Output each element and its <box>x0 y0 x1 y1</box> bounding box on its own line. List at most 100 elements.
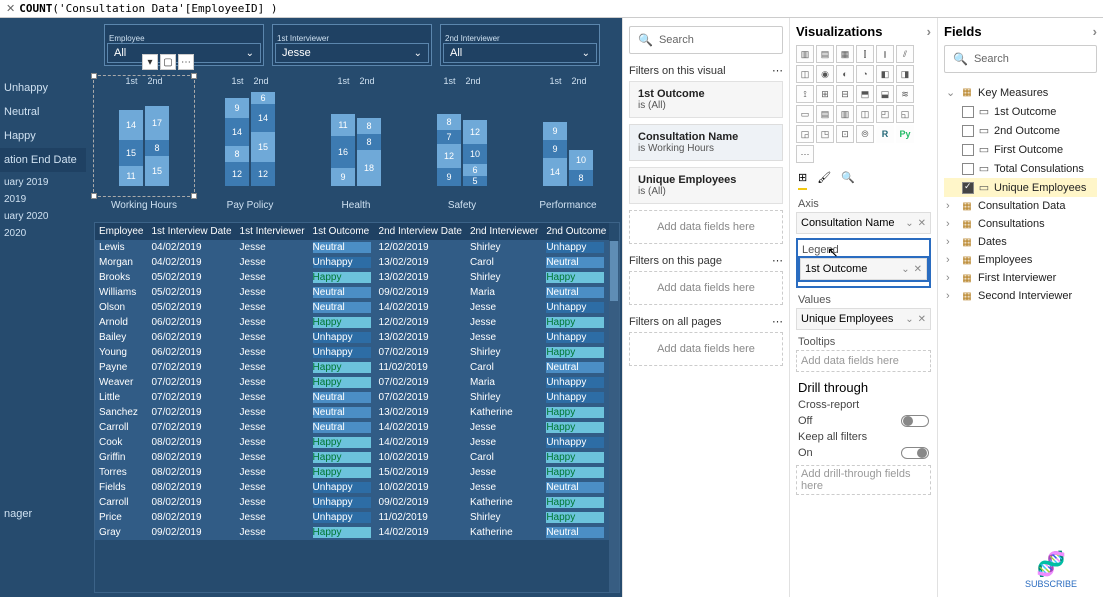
viz-type-icon[interactable]: Py <box>896 125 914 143</box>
viz-type-icon[interactable]: ⬒ <box>856 85 874 103</box>
col-header[interactable]: 1st Outcome <box>309 223 375 240</box>
viz-type-icon[interactable]: ▤ <box>816 105 834 123</box>
nav-manager[interactable]: nager <box>0 502 86 526</box>
viz-type-icon[interactable]: ◲ <box>796 125 814 143</box>
chevron-down-icon[interactable]: ⌄ <box>905 218 913 229</box>
field-node[interactable]: ▭ Total Consulations <box>944 159 1097 178</box>
viz-type-icon[interactable]: ▤ <box>816 45 834 63</box>
chevron-down-icon[interactable]: ⌄ <box>905 314 913 325</box>
viz-type-icon[interactable]: ▭ <box>796 105 814 123</box>
field-checkbox[interactable] <box>962 144 974 156</box>
chevron-down-icon[interactable]: ⌄ <box>901 264 909 275</box>
more-icon[interactable]: ⋯ <box>178 54 194 70</box>
bar-stack[interactable]: 87129 <box>437 86 461 186</box>
table-row[interactable]: Cook08/02/2019Jesse Happy 14/02/2019Jess… <box>95 435 609 450</box>
viz-type-icon[interactable]: ▥ <box>836 105 854 123</box>
viz-type-icon[interactable]: ⫿ <box>856 45 874 63</box>
drill-fields-well[interactable]: Add drill-through fields here <box>796 465 931 495</box>
more-icon[interactable]: ⋯ <box>772 254 783 267</box>
table-row[interactable]: Brooks05/02/2019Jesse Happy 13/02/2019Sh… <box>95 270 609 285</box>
table-row[interactable]: Torres08/02/2019Jesse Happy 15/02/2019Je… <box>95 465 609 480</box>
bar-stack[interactable]: 17815 <box>145 86 169 186</box>
more-icon[interactable]: ⋯ <box>772 64 783 77</box>
values-well[interactable]: Unique Employees⌄✕ <box>796 308 931 330</box>
col-header[interactable]: 1st Interview Date <box>147 223 235 240</box>
data-table[interactable]: Employee1st Interview Date1st Interviewe… <box>94 222 620 593</box>
slicer[interactable]: 2nd Interviewer All⌄ <box>440 24 600 66</box>
filter-card[interactable]: Consultation Name is Working Hours <box>629 124 783 161</box>
axis-well[interactable]: Consultation Name⌄✕ <box>796 212 931 234</box>
nav-mood[interactable]: Unhappy <box>0 76 86 100</box>
viz-type-icon[interactable]: ⟟ <box>796 85 814 103</box>
bar-stack[interactable]: 121065 <box>463 86 487 186</box>
table-node[interactable]: › ▦ Consultation Data <box>944 197 1097 215</box>
chart[interactable]: 1st2nd 111698818 Health <box>306 76 406 211</box>
table-row[interactable]: Price08/02/2019Jesse Unhappy 11/02/2019S… <box>95 510 609 525</box>
slicer-dropdown[interactable]: All⌄ <box>443 43 597 63</box>
field-node[interactable]: ▭ 1st Outcome <box>944 102 1097 121</box>
viz-type-icon[interactable]: ⫾ <box>876 45 894 63</box>
subscribe-logo[interactable]: 🧬 SUBSCRIBE <box>1025 550 1077 589</box>
nav-mood[interactable]: Neutral <box>0 100 86 124</box>
field-checkbox[interactable] <box>962 163 974 175</box>
tooltips-well[interactable]: Add data fields here <box>796 350 931 372</box>
remove-icon[interactable]: ✕ <box>918 314 926 325</box>
report-canvas[interactable]: Employee All⌄ 1st Interviewer Jesse⌄ 2nd… <box>0 18 622 597</box>
viz-gallery[interactable]: ▥▤▦⫿⫾⫽◫◉◐◔◧◨⟟⊞⊟⬒⬓≋▭▤▥◫◰◱◲◳⊡⦾RPy⋯ <box>796 45 931 163</box>
viz-type-icon[interactable]: ▦ <box>836 45 854 63</box>
viz-type-icon[interactable]: R <box>876 125 894 143</box>
field-node[interactable]: ▭ 2nd Outcome <box>944 121 1097 140</box>
nav-date[interactable]: uary 2020 <box>0 208 86 225</box>
table-row[interactable]: Weaver07/02/2019Jesse Happy 07/02/2019Ma… <box>95 375 609 390</box>
date-header[interactable]: ation End Date <box>0 148 86 172</box>
viz-type-icon[interactable]: ◨ <box>896 65 914 83</box>
filter-icon[interactable]: ▾ <box>142 54 158 70</box>
add-all-filter[interactable]: Add data fields here <box>629 332 783 366</box>
viz-type-icon[interactable]: ⬓ <box>876 85 894 103</box>
viz-type-icon[interactable]: ⦾ <box>856 125 874 143</box>
field-checkbox[interactable] <box>962 182 974 194</box>
bar-stack[interactable]: 8818 <box>357 86 381 186</box>
viz-type-icon[interactable]: ⊡ <box>836 125 854 143</box>
table-row[interactable]: Gray09/02/2019Jesse Happy 14/02/2019Kath… <box>95 525 609 540</box>
viz-type-icon[interactable]: ⫽ <box>896 45 914 63</box>
viz-type-icon[interactable]: ▥ <box>796 45 814 63</box>
field-node[interactable]: ▭ Unique Employees <box>944 178 1097 197</box>
bar-stack[interactable]: 914812 <box>225 86 249 186</box>
bar-stack[interactable]: 6141512 <box>251 86 275 186</box>
remove-icon[interactable]: ✕ <box>914 264 922 275</box>
table-node[interactable]: › ▦ Dates <box>944 233 1097 251</box>
cross-report-toggle[interactable] <box>901 415 929 427</box>
viz-type-icon[interactable]: ◧ <box>876 65 894 83</box>
chart[interactable]: 1st2nd 9914108 Performance <box>518 76 618 211</box>
table-node[interactable]: › ▦ First Interviewer <box>944 269 1097 287</box>
remove-icon[interactable]: ✕ <box>918 218 926 229</box>
bar-stack[interactable]: 108 <box>569 86 593 186</box>
col-header[interactable]: 1st Interviewer <box>236 223 309 240</box>
slicer-dropdown[interactable]: Jesse⌄ <box>275 43 429 63</box>
fields-tab-icon[interactable]: ⊞ <box>798 171 807 190</box>
formula-bar[interactable]: ✕ COUNT('Consultation Data'[EmployeeID] … <box>0 0 1103 18</box>
bar-stack[interactable]: 141511 <box>119 86 143 186</box>
viz-type-icon[interactable]: ◰ <box>876 105 894 123</box>
table-row[interactable]: Olson05/02/2019Jesse Neutral 14/02/2019J… <box>95 300 609 315</box>
table-row[interactable]: Arnold06/02/2019Jesse Happy 12/02/2019Je… <box>95 315 609 330</box>
viz-type-icon[interactable]: ◉ <box>816 65 834 83</box>
table-node[interactable]: ⌄ ▦ Key Measures <box>944 83 1097 102</box>
viz-type-icon[interactable]: ⊞ <box>816 85 834 103</box>
fields-search[interactable]: 🔍 Search <box>944 45 1097 73</box>
viz-type-icon[interactable]: ◱ <box>896 105 914 123</box>
table-row[interactable]: Lewis04/02/2019Jesse Neutral 12/02/2019S… <box>95 240 609 255</box>
table-node[interactable]: › ▦ Employees <box>944 251 1097 269</box>
table-row[interactable]: Little07/02/2019Jesse Neutral 07/02/2019… <box>95 390 609 405</box>
table-row[interactable]: Young06/02/2019Jesse Unhappy 07/02/2019S… <box>95 345 609 360</box>
table-node[interactable]: › ▦ Consultations <box>944 215 1097 233</box>
filters-search[interactable]: 🔍 Search <box>629 26 783 54</box>
keep-filters-toggle[interactable] <box>901 447 929 459</box>
viz-type-icon[interactable]: ◫ <box>796 65 814 83</box>
table-row[interactable]: Carroll08/02/2019Jesse Unhappy 09/02/201… <box>95 495 609 510</box>
col-header[interactable]: 2nd Outcome <box>542 223 609 240</box>
legend-well[interactable]: 1st Outcome⌄✕ <box>800 258 927 280</box>
table-row[interactable]: Sanchez07/02/2019Jesse Neutral 13/02/201… <box>95 405 609 420</box>
field-checkbox[interactable] <box>962 106 974 118</box>
